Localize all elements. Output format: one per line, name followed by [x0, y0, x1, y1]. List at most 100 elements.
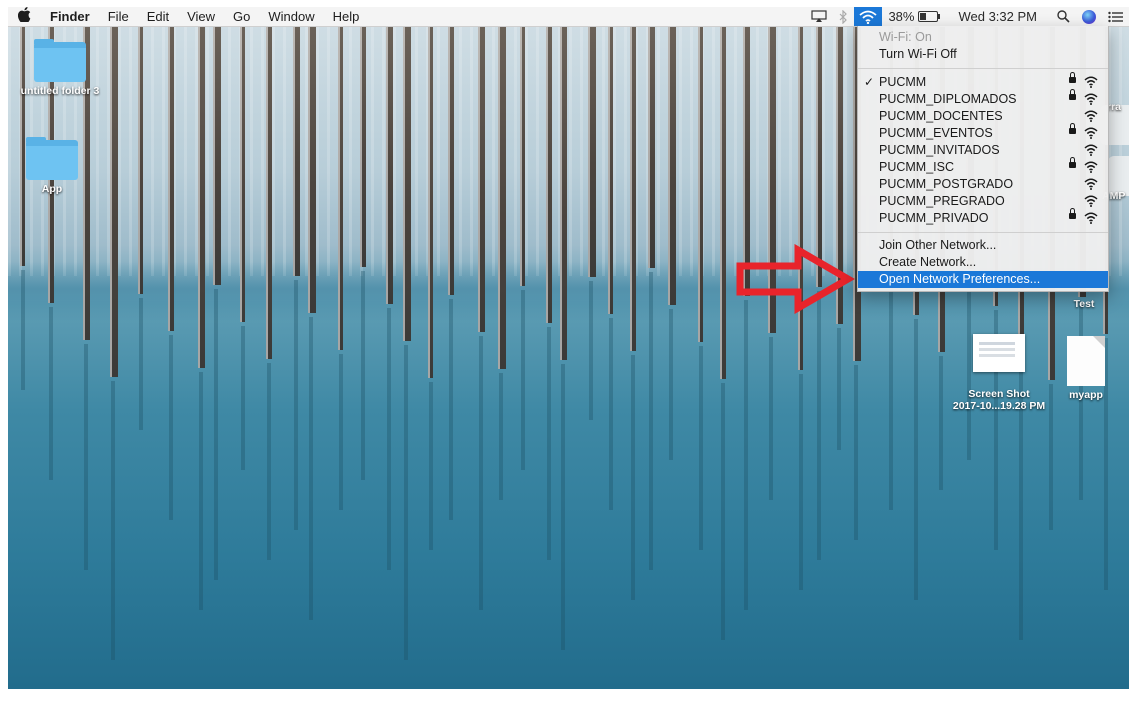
- wifi-signal-icon: [1084, 75, 1098, 89]
- menu-separator: [858, 232, 1108, 233]
- tree-reflection: [837, 328, 841, 450]
- lock-icon: [1069, 89, 1076, 100]
- wifi-status: Wi-Fi: On: [879, 30, 932, 44]
- search-icon[interactable]: [1051, 7, 1076, 26]
- tree-trunk: [498, 26, 506, 369]
- open-network-preferences-item[interactable]: Open Network Preferences...: [858, 271, 1108, 288]
- desktop-icon-label: App: [41, 183, 63, 195]
- menu-bar: Finder File Edit View Go Window Help 38%…: [8, 6, 1129, 27]
- notification-list-icon[interactable]: [1102, 7, 1129, 26]
- folder-icon: [26, 137, 78, 180]
- battery-percent: 38%: [888, 9, 915, 24]
- bluetooth-icon[interactable]: [833, 7, 854, 26]
- wifi-signal-icon: [1084, 109, 1098, 123]
- network-name: PUCMM_INVITADOS: [879, 143, 1000, 157]
- tree-trunk: [338, 26, 343, 350]
- menu-view[interactable]: View: [178, 7, 224, 26]
- network-name: PUCMM_POSTGRADO: [879, 177, 1014, 191]
- network-name: PUCMM_PREGRADO: [879, 194, 1005, 208]
- desktop-folder-app[interactable]: App: [10, 137, 94, 195]
- tree-reflection: [547, 327, 551, 560]
- tree-trunk: [138, 26, 143, 294]
- menu-file[interactable]: File: [99, 7, 138, 26]
- tree-reflection: [111, 381, 115, 660]
- menu-bar-status-area: 38% Wed 3:32 PM: [805, 7, 1129, 26]
- tree-reflection: [631, 355, 635, 600]
- tree-trunk: [546, 26, 552, 323]
- tree-reflection: [309, 317, 313, 620]
- wifi-signal-icon: [1084, 177, 1098, 191]
- tree-trunk: [630, 26, 636, 351]
- battery-status[interactable]: 38%: [882, 7, 944, 26]
- menu-help[interactable]: Help: [324, 7, 369, 26]
- desktop-file-myapp[interactable]: myapp: [1058, 336, 1114, 401]
- network-name: PUCMM_DIPLOMADOS: [879, 92, 1017, 106]
- desktop-folder-untitled[interactable]: untitled folder 3: [10, 39, 110, 97]
- tree-reflection: [649, 272, 653, 570]
- tree-reflection: [699, 346, 703, 550]
- tree-reflection: [499, 373, 503, 500]
- tree-reflection: [339, 354, 343, 510]
- tree-reflection: [589, 281, 593, 420]
- tree-trunk: [478, 26, 485, 332]
- tree-trunk: [720, 26, 726, 379]
- wifi-icon[interactable]: [854, 7, 883, 26]
- tree-trunk: [798, 26, 803, 370]
- menu-bar-left: Finder File Edit View Go Window Help: [16, 6, 369, 27]
- tree-trunk: [403, 26, 411, 341]
- menu-go[interactable]: Go: [224, 7, 259, 26]
- tree-reflection: [294, 280, 298, 530]
- tree-trunk: [428, 26, 433, 378]
- wifi-signal-icon: [1084, 211, 1098, 225]
- checkmark-icon: ✓: [864, 75, 875, 89]
- network-item[interactable]: PUCMM_EVENTOS: [858, 123, 1108, 142]
- tree-reflection: [609, 318, 613, 510]
- network-item[interactable]: PUCMM_POSTGRADO: [858, 176, 1108, 193]
- tree-reflection: [267, 363, 271, 560]
- network-name: PUCMM_EVENTOS: [879, 126, 993, 140]
- turn-wifi-off-item[interactable]: Turn Wi-Fi Off: [858, 46, 1108, 63]
- desktop-screenshot-file[interactable]: Screen Shot 2017-10...19.28 PM: [940, 322, 1058, 424]
- tree-reflection: [361, 271, 365, 480]
- wifi-signal-icon: [1084, 126, 1098, 140]
- network-name: PUCMM_DOCENTES: [879, 109, 1003, 123]
- tree-trunk: [386, 26, 393, 304]
- tree-trunk: [698, 26, 703, 342]
- tree-reflection: [429, 382, 433, 550]
- network-item[interactable]: PUCMM_PRIVADO: [858, 208, 1108, 227]
- tree-reflection: [799, 374, 803, 590]
- network-item[interactable]: PUCMM_ISC: [858, 157, 1108, 176]
- siri-icon[interactable]: [1076, 7, 1102, 26]
- wifi-signal-icon: [1084, 160, 1098, 174]
- network-name: PUCMM_PRIVADO: [879, 211, 989, 225]
- tree-trunk: [448, 26, 454, 295]
- network-item[interactable]: PUCMM_DIPLOMADOS: [858, 89, 1108, 108]
- create-network-item[interactable]: Create Network...: [858, 254, 1108, 271]
- tree-reflection: [21, 270, 25, 390]
- join-other-network-item[interactable]: Join Other Network...: [858, 237, 1108, 254]
- tree-reflection: [49, 307, 53, 480]
- tree-reflection: [139, 298, 143, 430]
- airplay-icon[interactable]: [805, 7, 833, 26]
- tree-reflection: [769, 337, 773, 500]
- tree-reflection: [669, 309, 673, 460]
- red-arrow-annotation: [736, 244, 855, 314]
- tree-reflection: [84, 344, 88, 570]
- desktop-item-test[interactable]: Test: [1064, 298, 1104, 310]
- clock[interactable]: Wed 3:32 PM: [944, 7, 1051, 26]
- menu-finder[interactable]: Finder: [41, 7, 99, 26]
- wifi-signal-icon: [1084, 92, 1098, 106]
- tree-trunk: [520, 26, 525, 286]
- tree-trunk: [266, 26, 272, 359]
- tree-trunk: [608, 26, 613, 314]
- apple-logo-icon[interactable]: [16, 6, 41, 27]
- partial-label-rra: rra: [1107, 101, 1122, 113]
- desktop-icon-label: Test: [1073, 298, 1095, 310]
- tree-reflection: [479, 336, 483, 610]
- menu-window[interactable]: Window: [259, 7, 323, 26]
- tree-trunk: [293, 26, 300, 276]
- tree-trunk: [198, 26, 205, 368]
- menu-edit[interactable]: Edit: [138, 7, 178, 26]
- tree-trunk: [668, 26, 676, 305]
- desktop-icon-label: myapp: [1069, 389, 1103, 401]
